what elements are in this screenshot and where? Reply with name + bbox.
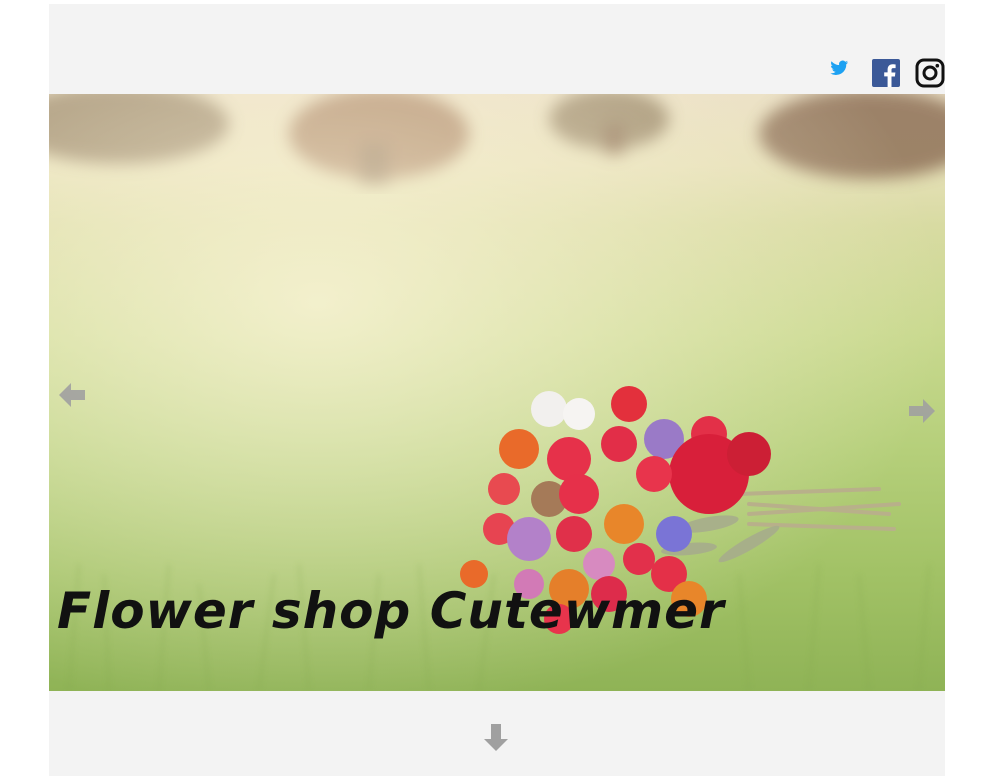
arrow-right-icon xyxy=(909,399,935,423)
header xyxy=(49,4,945,94)
facebook-link[interactable] xyxy=(871,58,901,88)
twitter-icon xyxy=(830,60,849,76)
scroll-down-button[interactable] xyxy=(479,720,513,754)
page: Flower shop Cutewmer xyxy=(49,4,945,776)
instagram-link[interactable] xyxy=(915,58,945,88)
twitter-link[interactable] xyxy=(827,58,857,88)
facebook-icon xyxy=(872,59,900,87)
arrow-down-icon xyxy=(484,724,508,751)
hero-title: Flower shop Cutewmer xyxy=(57,582,725,640)
next-slide-button[interactable] xyxy=(905,394,939,428)
prev-slide-button[interactable] xyxy=(55,378,89,412)
hero-slider: Flower shop Cutewmer xyxy=(49,94,945,691)
instagram-icon xyxy=(915,58,945,88)
social-links xyxy=(827,58,945,88)
arrow-left-icon xyxy=(59,383,85,407)
